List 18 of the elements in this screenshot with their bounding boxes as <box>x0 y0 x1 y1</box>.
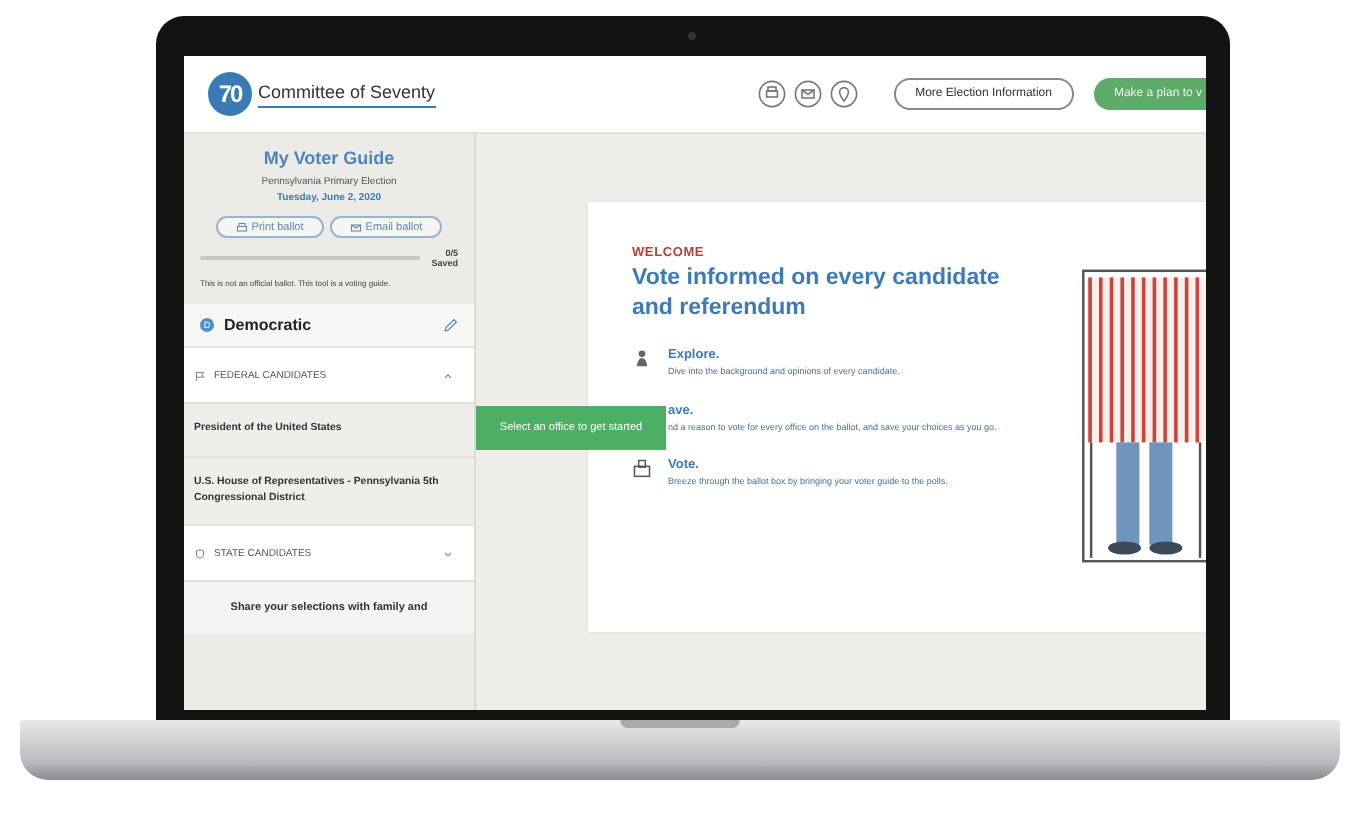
print-icon[interactable] <box>757 80 786 108</box>
pencil-icon[interactable] <box>442 317 458 333</box>
org-name: Committee of Seventy <box>258 81 436 107</box>
person-icon <box>632 347 652 368</box>
chevron-icon <box>442 369 454 381</box>
ballot-box-icon <box>632 458 652 479</box>
party-name: Democratic <box>224 316 314 334</box>
mail-icon[interactable] <box>793 80 822 108</box>
guide-title: My Voter Guide <box>261 148 397 168</box>
flag-icon <box>194 369 206 381</box>
location-icon[interactable] <box>829 80 858 108</box>
welcome-headline: Vote informed on every candidate and referendum <box>632 264 1002 324</box>
chevron-icon <box>442 547 454 560</box>
print-icon <box>235 221 248 233</box>
camera-dot <box>688 32 696 40</box>
shield-icon <box>194 547 206 560</box>
mail-icon <box>349 221 362 233</box>
logo-mark[interactable]: 70 <box>208 72 252 116</box>
